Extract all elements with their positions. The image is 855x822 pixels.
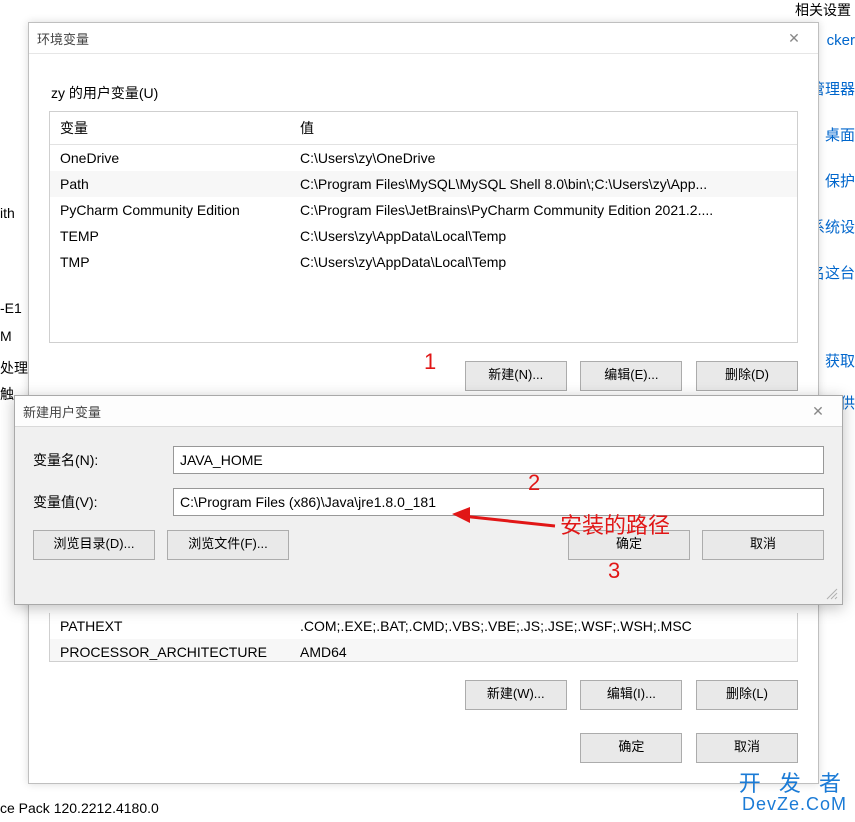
- titlebar: 环境变量 ✕: [29, 23, 818, 54]
- close-icon[interactable]: ✕: [778, 26, 810, 50]
- var-value: .COM;.EXE;.BAT;.CMD;.VBS;.VBE;.JS;.JSE;.…: [290, 613, 797, 639]
- side-link[interactable]: 桌面: [825, 124, 855, 145]
- table-row[interactable]: PATHEXT.COM;.EXE;.BAT;.CMD;.VBS;.VBE;.JS…: [50, 613, 797, 639]
- table-row[interactable]: PathC:\Program Files\MySQL\MySQL Shell 8…: [50, 171, 797, 197]
- var-value: C:\Users\zy\AppData\Local\Temp: [290, 223, 797, 249]
- var-value-label: 变量值(V):: [33, 492, 173, 512]
- newvar-cancel-button[interactable]: 取消: [702, 530, 824, 560]
- table-row[interactable]: PROCESSOR_ARCHITECTUREAMD64: [50, 639, 797, 662]
- bg-heading: 相关设置: [795, 0, 851, 20]
- side-link[interactable]: 获取: [825, 350, 855, 371]
- var-value: C:\Users\zy\AppData\Local\Temp: [290, 249, 797, 275]
- resize-grip-icon[interactable]: [826, 588, 838, 600]
- user-edit-button[interactable]: 编辑(E)...: [580, 361, 682, 391]
- var-name: OneDrive: [50, 145, 290, 172]
- bg-text: -E1: [0, 300, 22, 316]
- user-new-button[interactable]: 新建(N)...: [465, 361, 567, 391]
- table-row[interactable]: TMPC:\Users\zy\AppData\Local\Temp: [50, 249, 797, 275]
- browse-dir-button[interactable]: 浏览目录(D)...: [33, 530, 155, 560]
- table-row[interactable]: TEMPC:\Users\zy\AppData\Local\Temp: [50, 223, 797, 249]
- browse-file-button[interactable]: 浏览文件(F)...: [167, 530, 289, 560]
- bg-text: M: [0, 328, 12, 344]
- user-vars-table[interactable]: 变量 值 OneDriveC:\Users\zy\OneDrive PathC:…: [50, 112, 797, 275]
- bg-text: ith: [0, 205, 15, 221]
- dialog-title: 环境变量: [37, 29, 778, 48]
- var-name: Path: [50, 171, 290, 197]
- watermark-line1: 开 发 者: [739, 772, 847, 795]
- main-cancel-button[interactable]: 取消: [696, 733, 798, 763]
- side-link[interactable]: cker: [827, 32, 855, 49]
- var-name: TMP: [50, 249, 290, 275]
- var-name: PATHEXT: [50, 613, 290, 639]
- var-name-input[interactable]: [173, 446, 824, 474]
- col-name[interactable]: 变量: [50, 112, 290, 145]
- var-value: C:\Program Files\MySQL\MySQL Shell 8.0\b…: [290, 171, 797, 197]
- bg-text: 触: [0, 384, 14, 404]
- close-icon[interactable]: ✕: [802, 399, 834, 423]
- col-value[interactable]: 值: [290, 112, 797, 145]
- main-ok-button[interactable]: 确定: [580, 733, 682, 763]
- sys-vars-table[interactable]: PATHEXT.COM;.EXE;.BAT;.CMD;.VBS;.VBE;.JS…: [50, 613, 797, 662]
- new-user-var-dialog: 新建用户变量 ✕ 变量名(N): 变量值(V): 浏览目录(D)... 浏览文件…: [14, 395, 843, 605]
- var-name: TEMP: [50, 223, 290, 249]
- dialog-title: 新建用户变量: [23, 402, 802, 421]
- var-value: C:\Users\zy\OneDrive: [290, 145, 797, 172]
- var-value-input[interactable]: [173, 488, 824, 516]
- var-name: PyCharm Community Edition: [50, 197, 290, 223]
- newvar-ok-button[interactable]: 确定: [568, 530, 690, 560]
- table-row[interactable]: PyCharm Community EditionC:\Program File…: [50, 197, 797, 223]
- bg-text: ce Pack 120.2212.4180.0: [0, 800, 159, 816]
- titlebar: 新建用户变量 ✕: [15, 396, 842, 427]
- user-vars-box: 变量 值 OneDriveC:\Users\zy\OneDrive PathC:…: [49, 111, 798, 343]
- user-vars-label: zy 的用户变量(U): [51, 83, 798, 103]
- sys-edit-button[interactable]: 编辑(I)...: [580, 680, 682, 710]
- watermark: 开 发 者 DevZe.CoM: [739, 772, 847, 814]
- side-link[interactable]: 保护: [825, 170, 855, 191]
- sys-del-button[interactable]: 删除(L): [696, 680, 798, 710]
- var-name-label: 变量名(N):: [33, 450, 173, 470]
- bg-text: 处理: [0, 358, 28, 378]
- sys-vars-box: PATHEXT.COM;.EXE;.BAT;.CMD;.VBS;.VBE;.JS…: [49, 613, 798, 662]
- table-row[interactable]: OneDriveC:\Users\zy\OneDrive: [50, 145, 797, 172]
- var-value: AMD64: [290, 639, 797, 662]
- watermark-line2: DevZe.CoM: [739, 795, 847, 814]
- sys-new-button[interactable]: 新建(W)...: [465, 680, 567, 710]
- var-name: PROCESSOR_ARCHITECTURE: [50, 639, 290, 662]
- user-del-button[interactable]: 删除(D): [696, 361, 798, 391]
- var-value: C:\Program Files\JetBrains\PyCharm Commu…: [290, 197, 797, 223]
